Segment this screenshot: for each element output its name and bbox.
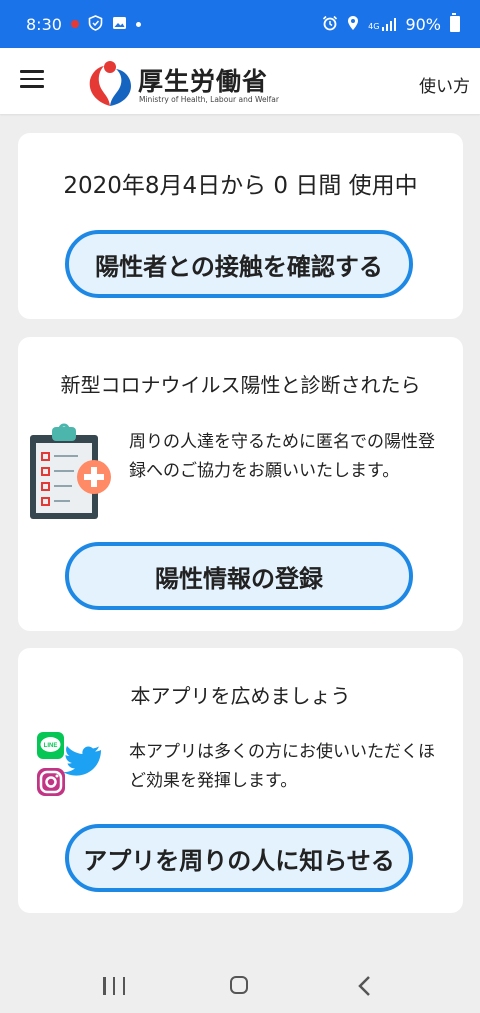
ministry-logo: 厚生労働省 Ministry of Health, Labour and Wel… [86, 58, 279, 108]
hamburger-menu-icon[interactable] [20, 70, 44, 90]
instagram-icon [37, 768, 65, 796]
line-icon-label: LINE [44, 743, 58, 749]
twitter-icon [63, 746, 101, 776]
alarm-icon [322, 15, 338, 34]
battery-percent: 90% [405, 14, 441, 34]
back-icon[interactable] [357, 975, 371, 1002]
ministry-logo-mark-icon [89, 61, 131, 106]
register-positive-button[interactable]: 陽性情報の登録 [65, 542, 413, 610]
sns-icons: LINE [35, 732, 105, 802]
signal-icon: 4G [368, 17, 397, 31]
share-card: 本アプリを広めましょう LINE 本アプリは多くの方にお使いいただくほど効果を発… [18, 648, 463, 913]
share-card-title: 本アプリを広めましょう [130, 684, 351, 708]
usage-text: 2020年8月4日から 0 日間 使用中 [63, 173, 418, 199]
location-icon [347, 15, 359, 34]
image-icon [112, 16, 127, 33]
system-nav-bar [0, 959, 480, 1013]
usage-card: 2020年8月4日から 0 日間 使用中 陽性者との接触を確認する [18, 133, 463, 319]
shield-icon [88, 14, 103, 34]
check-contact-button[interactable]: 陽性者との接触を確認する [65, 230, 413, 298]
line-icon: LINE [37, 732, 64, 759]
more-dot-icon [135, 21, 141, 27]
status-time: 8:30 [26, 14, 62, 34]
battery-icon [450, 13, 460, 32]
notification-dot-icon [70, 20, 79, 28]
app-bar: 厚生労働省 Ministry of Health, Labour and Wel… [0, 48, 480, 114]
clipboard-medical-icon [30, 423, 111, 519]
recent-apps-icon[interactable] [103, 977, 125, 995]
share-app-button[interactable]: アプリを周りの人に知らせる [65, 824, 413, 892]
ministry-subtitle: Ministry of Health, Labour and Welfar [139, 95, 279, 104]
home-icon[interactable] [230, 976, 248, 994]
positive-card-body: 周りの人達を守るために匿名での陽性登録へのご協力をお願いいたします。 [129, 432, 435, 481]
status-bar: 8:30 4G 90% [0, 0, 480, 48]
ministry-title: 厚生労働省 [138, 67, 269, 96]
network-type: 4G [368, 22, 380, 31]
positive-register-card: 新型コロナウイルス陽性と診断されたら 周りの人達を守るために匿名での陽性登録への… [18, 337, 463, 631]
share-card-body: 本アプリは多くの方にお使いいただくほど効果を発揮します。 [129, 742, 435, 791]
help-link[interactable]: 使い方 [419, 72, 470, 97]
positive-card-title: 新型コロナウイルス陽性と診断されたら [60, 373, 421, 397]
